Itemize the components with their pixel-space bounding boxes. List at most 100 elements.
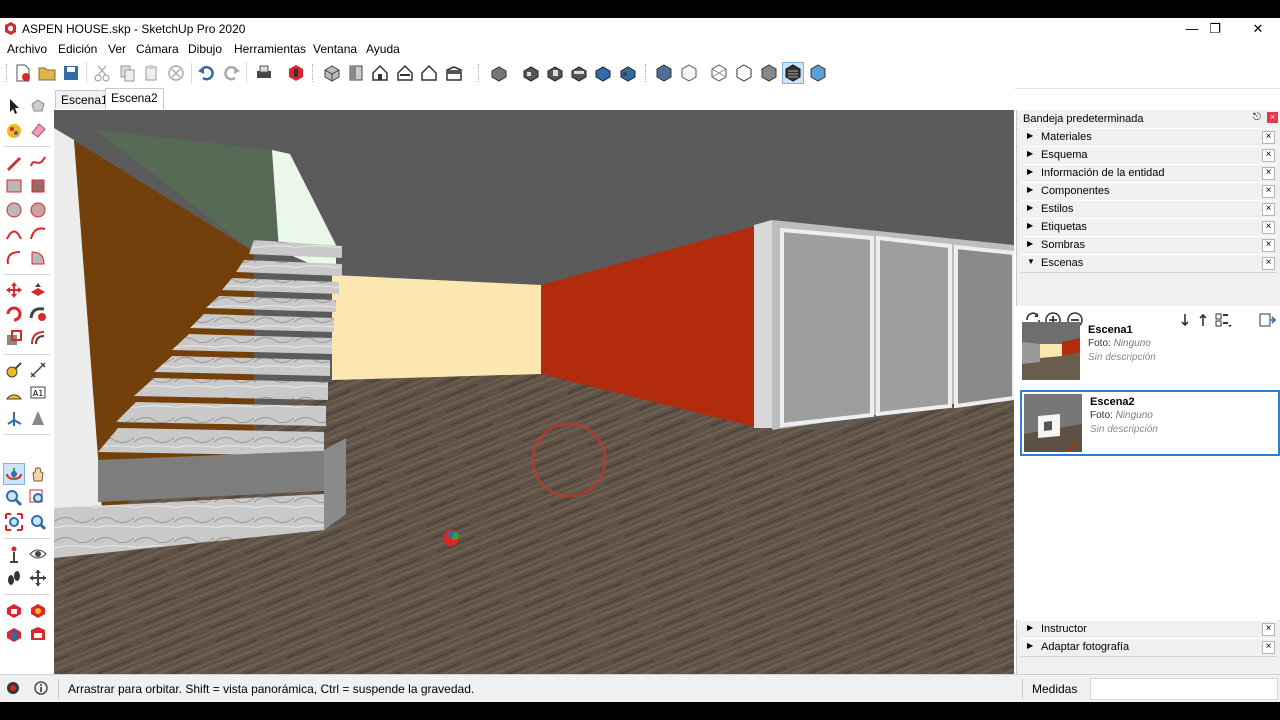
panel-materiales[interactable]: ▶ Materiales ×	[1021, 128, 1277, 147]
rotated-rectangle-icon[interactable]	[28, 176, 48, 196]
close-panel-icon[interactable]: ×	[1262, 623, 1275, 636]
close-panel-icon[interactable]: ×	[1262, 239, 1275, 252]
copy-icon[interactable]	[117, 63, 137, 83]
previous-view-icon[interactable]	[28, 512, 48, 532]
cut-icon[interactable]	[92, 63, 112, 83]
two-point-arc-icon[interactable]	[28, 224, 48, 244]
pencil-line-icon[interactable]	[4, 152, 24, 172]
axes-icon[interactable]	[4, 408, 24, 428]
extension-manager-icon[interactable]	[28, 624, 48, 644]
open-folder-icon[interactable]	[37, 63, 57, 83]
right-view-icon[interactable]	[395, 63, 415, 83]
scene-item-escena1[interactable]: Escena1 Foto: Ninguno Sin descripción	[1020, 320, 1276, 382]
undo-icon[interactable]	[197, 63, 217, 83]
offset-icon[interactable]	[28, 328, 48, 348]
dimension-icon[interactable]	[28, 360, 48, 380]
panel-adaptar-fotografia[interactable]: ▶ Adaptar fotografía ×	[1021, 638, 1277, 657]
close-panel-icon[interactable]: ×	[1262, 221, 1275, 234]
left-view-icon[interactable]	[444, 63, 464, 83]
wireframe-style-icon[interactable]	[709, 63, 729, 83]
select-arrow-icon[interactable]	[4, 96, 24, 116]
menu-edicion[interactable]: Edición	[58, 42, 97, 56]
orbit-icon[interactable]	[3, 463, 25, 485]
close-tray-icon[interactable]: ×	[1267, 112, 1278, 123]
measurements-input[interactable]	[1090, 678, 1278, 700]
paint-bucket-icon[interactable]	[4, 120, 24, 140]
rectangle-icon[interactable]	[4, 176, 24, 196]
close-panel-icon[interactable]: ×	[1262, 149, 1275, 162]
info-icon[interactable]	[34, 681, 48, 695]
shaded-with-textures-icon[interactable]	[782, 62, 804, 84]
scene-item-escena2[interactable]: Escena2 Foto: Ninguno Sin descripción	[1020, 390, 1280, 456]
menu-camara[interactable]: Cámara	[136, 42, 179, 56]
panel-etiquetas[interactable]: ▶ Etiquetas ×	[1021, 218, 1277, 237]
pin-icon[interactable]: ⎋	[1253, 112, 1261, 123]
zoom-window-icon[interactable]	[28, 488, 48, 508]
freehand-icon[interactable]	[28, 152, 48, 172]
push-pull-icon[interactable]	[28, 280, 48, 300]
back-view-icon[interactable]	[419, 63, 439, 83]
close-panel-icon[interactable]: ×	[1262, 203, 1275, 216]
xray-icon[interactable]	[679, 63, 699, 83]
save-icon[interactable]	[61, 63, 81, 83]
3d-text-icon[interactable]	[28, 408, 48, 428]
shaded-textures-icon[interactable]	[618, 63, 638, 83]
pan-icon[interactable]	[28, 464, 48, 484]
restore-button[interactable]: ❐	[1193, 18, 1237, 40]
zoom-icon[interactable]	[4, 488, 24, 508]
front-view-icon[interactable]	[370, 63, 390, 83]
tab-escena2[interactable]: Escena2	[105, 88, 164, 109]
extension-warehouse-icon[interactable]	[28, 600, 48, 620]
toolbar-grip[interactable]	[312, 64, 316, 82]
panel-informacion-entidad[interactable]: ▶ Información de la entidad ×	[1021, 164, 1277, 183]
shaded-style-icon[interactable]	[759, 63, 779, 83]
text-icon[interactable]: A1	[28, 384, 48, 404]
close-panel-icon[interactable]: ×	[1262, 641, 1275, 654]
tape-measure-icon[interactable]	[4, 360, 24, 380]
eraser-icon[interactable]	[28, 120, 48, 140]
toolbar-grip[interactable]	[478, 64, 482, 82]
wireframe-icon[interactable]	[545, 63, 565, 83]
back-edges-icon[interactable]	[521, 63, 541, 83]
follow-me-icon[interactable]	[28, 304, 48, 324]
panel-sombras[interactable]: ▶ Sombras ×	[1021, 236, 1277, 255]
top-view-icon[interactable]	[346, 63, 366, 83]
hidden-line-style-icon[interactable]	[734, 63, 754, 83]
polygon-icon[interactable]	[28, 200, 48, 220]
rotate-icon[interactable]	[4, 304, 24, 324]
erase-selection-icon[interactable]	[166, 63, 186, 83]
menu-dibujo[interactable]: Dibujo	[188, 42, 222, 56]
move-icon[interactable]	[4, 280, 24, 300]
print-icon[interactable]	[254, 63, 274, 83]
paste-icon[interactable]	[141, 63, 161, 83]
monochrome-icon[interactable]	[654, 63, 674, 83]
pie-icon[interactable]	[28, 248, 48, 268]
iso-view-icon[interactable]	[322, 63, 342, 83]
close-panel-icon[interactable]: ×	[1262, 167, 1275, 180]
lasso-select-icon[interactable]	[28, 96, 48, 116]
arc-icon[interactable]	[4, 224, 24, 244]
zoom-extents-icon[interactable]	[4, 512, 24, 532]
position-camera-icon[interactable]	[4, 544, 24, 564]
look-around-icon[interactable]	[28, 544, 48, 564]
xray-style-icon[interactable]	[489, 63, 509, 83]
menu-herramientas[interactable]: Herramientas	[234, 42, 306, 56]
scale-icon[interactable]	[4, 328, 24, 348]
model-viewport[interactable]	[54, 110, 1014, 674]
circle-icon[interactable]	[4, 200, 24, 220]
panel-escenas[interactable]: ▼ Escenas ×	[1021, 254, 1277, 273]
walk-icon[interactable]	[4, 568, 24, 588]
three-point-arc-icon[interactable]	[4, 248, 24, 268]
close-panel-icon[interactable]: ×	[1262, 257, 1275, 270]
menu-archivo[interactable]: Archivo	[7, 42, 47, 56]
close-window-button[interactable]: ✕	[1236, 18, 1280, 40]
hidden-line-icon[interactable]	[569, 63, 589, 83]
panel-esquema[interactable]: ▶ Esquema ×	[1021, 146, 1277, 165]
layout-send-icon[interactable]	[4, 624, 24, 644]
close-panel-icon[interactable]: ×	[1262, 185, 1275, 198]
menu-ver[interactable]: Ver	[108, 42, 126, 56]
toolbar-grip[interactable]	[645, 64, 649, 82]
geo-location-icon[interactable]	[6, 681, 20, 695]
shaded-icon[interactable]	[593, 63, 613, 83]
panel-estilos[interactable]: ▶ Estilos ×	[1021, 200, 1277, 219]
